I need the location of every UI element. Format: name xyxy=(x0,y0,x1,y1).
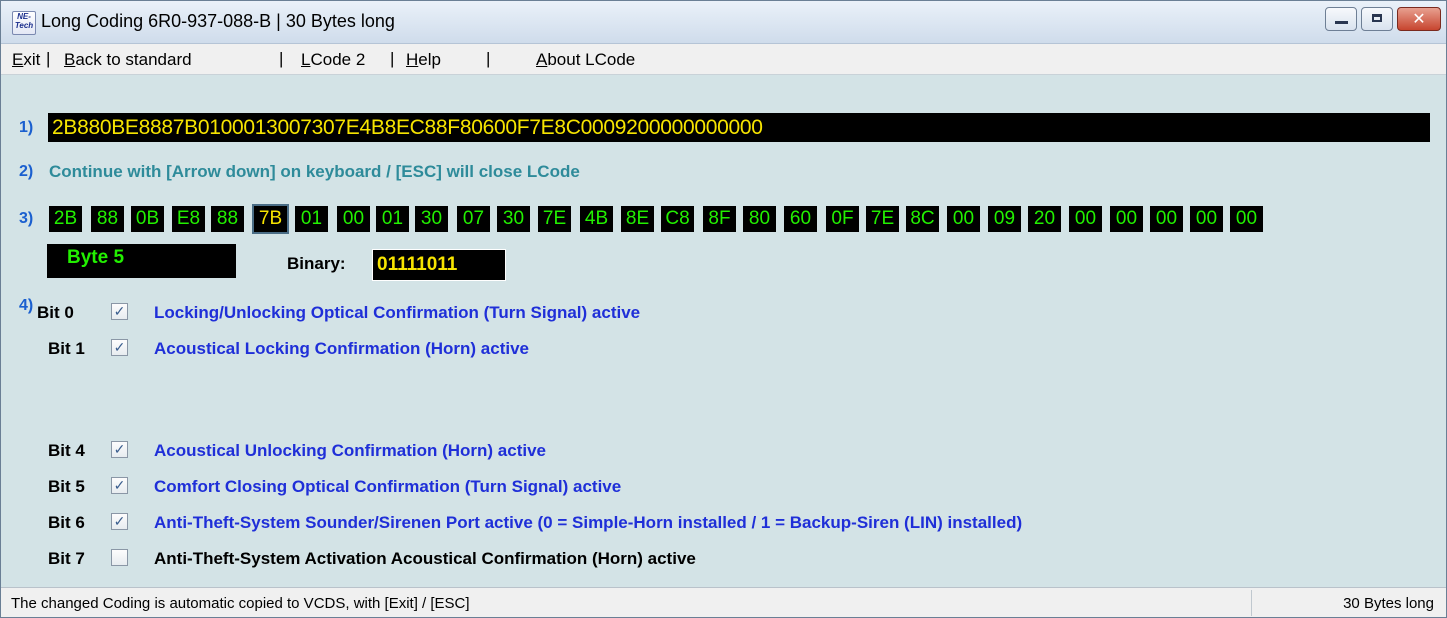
byte-cell-20[interactable]: 7E xyxy=(866,206,899,232)
close-button[interactable]: ✕ xyxy=(1397,7,1441,31)
byte-cell-0[interactable]: 2B xyxy=(49,206,82,232)
byte-cell-27[interactable]: 00 xyxy=(1150,206,1183,232)
menu-separator: | xyxy=(390,49,395,68)
keyboard-hint: Continue with [Arrow down] on keyboard /… xyxy=(49,162,580,181)
menu-lcode-2-label: LCode 2 xyxy=(301,50,366,69)
bit-label: Bit 1 xyxy=(48,339,85,358)
menu-bar: Exit | Back to standard | LCode 2 | Help… xyxy=(1,44,1446,75)
bit-checkbox[interactable]: ✓ xyxy=(111,339,128,356)
byte-cell-11[interactable]: 30 xyxy=(497,206,530,232)
byte-cell-13[interactable]: 4B xyxy=(580,206,613,232)
byte-cell-15[interactable]: C8 xyxy=(661,206,694,232)
checkmark-icon: ✓ xyxy=(113,339,126,355)
byte-cell-2[interactable]: 0B xyxy=(131,206,164,232)
bit-checkbox[interactable]: ✓ xyxy=(111,441,128,458)
byte-cell-18[interactable]: 60 xyxy=(784,206,817,232)
checkmark-icon: ✓ xyxy=(113,513,126,529)
status-divider xyxy=(1251,590,1252,616)
menu-about-lcode-label: About LCode xyxy=(536,50,636,69)
byte-cell-24[interactable]: 20 xyxy=(1028,206,1061,232)
minimize-icon xyxy=(1335,21,1348,24)
checkmark-icon: ✓ xyxy=(113,441,126,457)
byte-cell-19[interactable]: 0F xyxy=(826,206,859,232)
byte-cell-4[interactable]: 88 xyxy=(211,206,244,232)
app-logo-line-1: NE- xyxy=(17,12,31,21)
menu-help-label: Help xyxy=(406,50,441,69)
selected-byte-name: Byte 5 xyxy=(47,244,236,278)
byte-cell-5[interactable]: 7B xyxy=(252,204,289,234)
menu-exit[interactable]: Exit xyxy=(12,50,40,70)
bit-description[interactable]: Anti-Theft-System Activation Acoustical … xyxy=(154,549,696,569)
bit-description[interactable]: Acoustical Unlocking Confirmation (Horn)… xyxy=(154,441,546,461)
menu-separator: | xyxy=(279,49,284,68)
bit-label: Bit 0 xyxy=(37,303,74,322)
byte-cell-22[interactable]: 00 xyxy=(947,206,980,232)
byte-cell-12[interactable]: 7E xyxy=(538,206,571,232)
byte-cell-1[interactable]: 88 xyxy=(91,206,124,232)
byte-cell-16[interactable]: 8F xyxy=(703,206,736,232)
bit-checkbox[interactable]: ✓ xyxy=(111,513,128,530)
bit-description[interactable]: Anti-Theft-System Sounder/Sirenen Port a… xyxy=(154,513,1022,533)
bit-checkbox[interactable] xyxy=(111,549,128,566)
byte-cell-7[interactable]: 00 xyxy=(337,206,370,232)
byte-cell-14[interactable]: 8E xyxy=(621,206,654,232)
status-bar: The changed Coding is automatic copied t… xyxy=(1,587,1446,617)
byte-cell-21[interactable]: 8C xyxy=(906,206,939,232)
byte-cell-3[interactable]: E8 xyxy=(172,206,205,232)
checkmark-icon: ✓ xyxy=(113,477,126,493)
bit-description[interactable]: Comfort Closing Optical Confirmation (Tu… xyxy=(154,477,621,497)
menu-help[interactable]: Help xyxy=(406,50,441,70)
bit-checkbox[interactable]: ✓ xyxy=(111,477,128,494)
menu-about-lcode[interactable]: About LCode xyxy=(536,50,635,70)
menu-back-to-standard[interactable]: Back to standard xyxy=(64,50,192,70)
bit-checkbox[interactable]: ✓ xyxy=(111,303,128,320)
coding-input[interactable]: 2B880BE8887B0100013007307E4B8EC88F80600F… xyxy=(48,113,1430,142)
maximize-icon xyxy=(1372,14,1382,22)
bit-label: Bit 6 xyxy=(48,513,85,532)
menu-lcode-2[interactable]: LCode 2 xyxy=(301,50,365,70)
window-title: Long Coding 6R0-937-088-B | 30 Bytes lon… xyxy=(41,11,395,31)
bit-label: Bit 7 xyxy=(48,549,85,568)
status-message: The changed Coding is automatic copied t… xyxy=(11,595,470,612)
bit-label: Bit 4 xyxy=(48,441,85,460)
step-1-label: 1) xyxy=(19,119,34,136)
menu-separator: | xyxy=(46,49,51,68)
close-icon: ✕ xyxy=(1412,9,1426,28)
byte-cell-26[interactable]: 00 xyxy=(1110,206,1143,232)
binary-label: Binary: xyxy=(287,254,346,273)
byte-cell-10[interactable]: 07 xyxy=(457,206,490,232)
maximize-button[interactable] xyxy=(1361,7,1393,31)
app-logo-line-2: Tech xyxy=(14,21,34,30)
checkmark-icon: ✓ xyxy=(113,303,126,319)
byte-cell-25[interactable]: 00 xyxy=(1069,206,1102,232)
bit-description[interactable]: Locking/Unlocking Optical Confirmation (… xyxy=(154,303,640,323)
binary-value: 01111011 xyxy=(372,249,506,281)
bit-label: Bit 5 xyxy=(48,477,85,496)
byte-cell-17[interactable]: 80 xyxy=(743,206,776,232)
menu-exit-label: Exit xyxy=(12,50,41,69)
byte-cell-23[interactable]: 09 xyxy=(988,206,1021,232)
byte-cell-9[interactable]: 30 xyxy=(415,206,448,232)
step-2-label: 2) xyxy=(19,163,34,180)
status-byte-count: 30 Bytes long xyxy=(1343,595,1434,612)
byte-cell-6[interactable]: 01 xyxy=(295,206,328,232)
lcode-window: NE- Tech Long Coding 6R0-937-088-B | 30 … xyxy=(0,0,1447,618)
title-bar[interactable]: NE- Tech Long Coding 6R0-937-088-B | 30 … xyxy=(1,1,1446,44)
minimize-button[interactable] xyxy=(1325,7,1357,31)
byte-cell-8[interactable]: 01 xyxy=(376,206,409,232)
bit-description[interactable]: Acoustical Locking Confirmation (Horn) a… xyxy=(154,339,529,359)
step-4-label: 4) xyxy=(19,297,34,314)
app-logo-icon[interactable]: NE- Tech xyxy=(12,11,36,35)
menu-back-to-standard-label: Back to standard xyxy=(64,50,192,69)
menu-separator: | xyxy=(486,49,491,68)
byte-cell-29[interactable]: 00 xyxy=(1230,206,1263,232)
byte-cell-28[interactable]: 00 xyxy=(1190,206,1223,232)
step-3-label: 3) xyxy=(19,210,34,227)
